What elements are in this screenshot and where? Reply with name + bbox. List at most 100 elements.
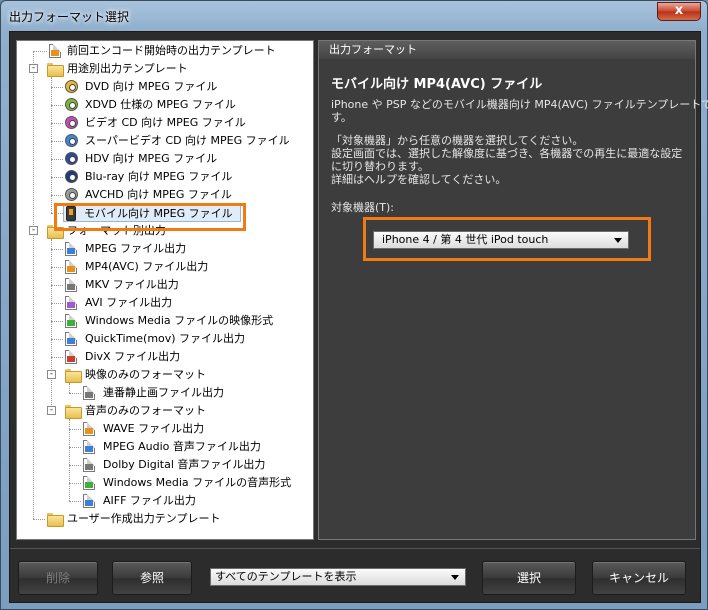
tree-item-label: スーパービデオ CD 向け MPEG ファイル	[85, 134, 290, 147]
highlight-box-mobile	[54, 203, 246, 231]
collapse-toggle[interactable]: -	[47, 406, 56, 415]
tree-item-hdv[interactable]: HDV 向け MPEG ファイル	[17, 150, 313, 168]
tree-item-xdvd[interactable]: XDVD 仕様の MPEG ファイル	[17, 96, 313, 114]
tree-item-label: ユーザー作成出力テンプレート	[67, 512, 221, 525]
window-title: 出力フォーマット選択	[9, 10, 130, 24]
mp4-file-icon	[65, 260, 77, 274]
tree-item-dolby[interactable]: Dolby Digital 音声ファイル出力	[17, 456, 313, 474]
description-line: す。	[331, 111, 352, 124]
tree-item-label: 前回エンコード開始時の出力テンプレート	[67, 44, 276, 57]
select-button[interactable]: 選択	[482, 561, 576, 595]
tree-item-wmv[interactable]: Windows Media ファイルの映像形式	[17, 312, 313, 330]
tree-item-mp4[interactable]: MP4(AVC) ファイル出力	[17, 258, 313, 276]
tree-item-label: XDVD 仕様の MPEG ファイル	[85, 98, 236, 111]
mkv-file-icon	[65, 278, 77, 292]
tree-line	[33, 519, 45, 520]
bluray-disc-icon	[65, 170, 78, 183]
tree-item-label: 映像のみのフォーマット	[85, 368, 206, 381]
collapse-toggle[interactable]: -	[29, 226, 38, 235]
tree-item-video-only[interactable]: - 映像のみのフォーマット	[17, 366, 313, 384]
aiff-file-icon	[83, 494, 95, 508]
tree-item-label: Windows Media ファイルの映像形式	[85, 314, 274, 327]
template-filter-select[interactable]: すべてのテンプレートを表示	[210, 568, 466, 586]
dvd-disc-icon	[65, 80, 78, 93]
tree-item-wave[interactable]: WAVE ファイル出力	[17, 420, 313, 438]
template-filter-value: すべてのテンプレートを表示	[215, 570, 357, 583]
xdvd-disc-icon	[65, 98, 78, 111]
tree-item-user-templates[interactable]: ユーザー作成出力テンプレート	[17, 510, 313, 528]
tree-item-label: QuickTime(mov) ファイル出力	[85, 332, 246, 345]
tree-item-aiff[interactable]: AIFF ファイル出力	[17, 492, 313, 510]
vcd-disc-icon	[65, 116, 78, 129]
tree-line	[51, 177, 63, 178]
button-bar: 削除 参照 すべてのテンプレートを表示 選択 キャンセル	[10, 548, 700, 602]
tree-item-dvd[interactable]: DVD 向け MPEG ファイル	[17, 78, 313, 96]
tree-item-purpose-templates[interactable]: - 用途別出力テンプレート	[17, 60, 313, 78]
browse-button[interactable]: 参照	[112, 561, 192, 595]
tree-item-label: AIFF ファイル出力	[103, 494, 196, 507]
collapse-toggle[interactable]: -	[29, 64, 38, 73]
tree-item-label: MP4(AVC) ファイル出力	[85, 260, 209, 273]
collapse-toggle[interactable]: -	[47, 370, 56, 379]
tree-item-label: MKV ファイル出力	[85, 278, 179, 291]
tree-item-label: 音声のみのフォーマット	[85, 404, 206, 417]
tree-line	[51, 321, 63, 322]
format-detail-panel: 出力フォーマット モバイル向け MP4(AVC) ファイル iPhone や P…	[318, 40, 708, 540]
chevron-down-icon	[451, 575, 459, 580]
tree-item-label: 用途別出力テンプレート	[67, 62, 188, 75]
tree-item-label: DivX ファイル出力	[85, 350, 181, 363]
delete-button[interactable]: 削除	[18, 561, 98, 595]
tree-item-quicktime[interactable]: QuickTime(mov) ファイル出力	[17, 330, 313, 348]
tree-item-avi[interactable]: AVI ファイル出力	[17, 294, 313, 312]
tree-line	[51, 123, 63, 124]
quicktime-file-icon	[65, 332, 77, 346]
tree-item-vcd[interactable]: ビデオ CD 向け MPEG ファイル	[17, 114, 313, 132]
tree-line	[51, 285, 63, 286]
tree-line	[69, 429, 81, 430]
tree-item-mpeg-audio[interactable]: MPEG Audio 音声ファイル出力	[17, 438, 313, 456]
mpeg-file-icon	[65, 242, 77, 256]
tree-line	[69, 393, 81, 394]
dolby-file-icon	[83, 458, 95, 472]
tree-item-last-template[interactable]: 前回エンコード開始時の出力テンプレート	[17, 42, 313, 60]
tree-item-audio-only[interactable]: - 音声のみのフォーマット	[17, 402, 313, 420]
divx-file-icon	[65, 350, 77, 364]
tree-item-label: DVD 向け MPEG ファイル	[85, 80, 218, 93]
hdv-disc-icon	[65, 152, 78, 165]
tree-item-wma[interactable]: Windows Media ファイルの音声形式	[17, 474, 313, 492]
tree-line	[51, 303, 63, 304]
format-tree[interactable]: 前回エンコード開始時の出力テンプレート - 用途別出力テンプレート DVD 向け…	[16, 40, 314, 540]
tree-item-label: HDV 向け MPEG ファイル	[85, 152, 218, 165]
highlight-box-device	[363, 217, 651, 261]
tree-item-mkv[interactable]: MKV ファイル出力	[17, 276, 313, 294]
cancel-button[interactable]: キャンセル	[592, 561, 686, 595]
tree-item-image-sequence[interactable]: 連番静止画ファイル出力	[17, 384, 313, 402]
tree-line	[51, 105, 63, 106]
tree-item-label: 連番静止画ファイル出力	[103, 386, 224, 399]
dialog-window: 出力フォーマット選択 x 前回エンコード開始時の出力テンプレート - 用途別出力…	[0, 0, 708, 610]
format-title: モバイル向け MP4(AVC) ファイル	[331, 77, 543, 92]
title-bar[interactable]: 出力フォーマット選択 x	[1, 1, 707, 31]
tree-item-divx[interactable]: DivX ファイル出力	[17, 348, 313, 366]
description-line: に切り替わります。	[331, 160, 429, 173]
image-sequence-file-icon	[83, 386, 95, 400]
tree-item-label: Dolby Digital 音声ファイル出力	[103, 458, 266, 471]
tree-line	[51, 339, 63, 340]
tree-item-label: AVCHD 向け MPEG ファイル	[85, 188, 232, 201]
tree-line	[51, 195, 63, 196]
dialog-client: 前回エンコード開始時の出力テンプレート - 用途別出力テンプレート DVD 向け…	[9, 31, 708, 603]
description-line: iPhone や PSP などのモバイル機器向け MP4(AVC) ファイルテン…	[331, 98, 708, 111]
tree-item-mpeg[interactable]: MPEG ファイル出力	[17, 240, 313, 258]
tree-item-label: MPEG ファイル出力	[85, 242, 187, 255]
tree-item-bluray[interactable]: Blu-ray 向け MPEG ファイル	[17, 168, 313, 186]
wmv-file-icon	[65, 314, 77, 328]
tree-item-label: WAVE ファイル出力	[103, 422, 205, 435]
tree-line	[69, 501, 81, 502]
tree-line	[51, 249, 63, 250]
template-file-icon	[49, 44, 61, 58]
tree-item-svcd[interactable]: スーパービデオ CD 向け MPEG ファイル	[17, 132, 313, 150]
tree-item-avchd[interactable]: AVCHD 向け MPEG ファイル	[17, 186, 313, 204]
close-button[interactable]: x	[657, 2, 701, 21]
tree-line	[51, 141, 63, 142]
folder-icon	[47, 513, 64, 527]
